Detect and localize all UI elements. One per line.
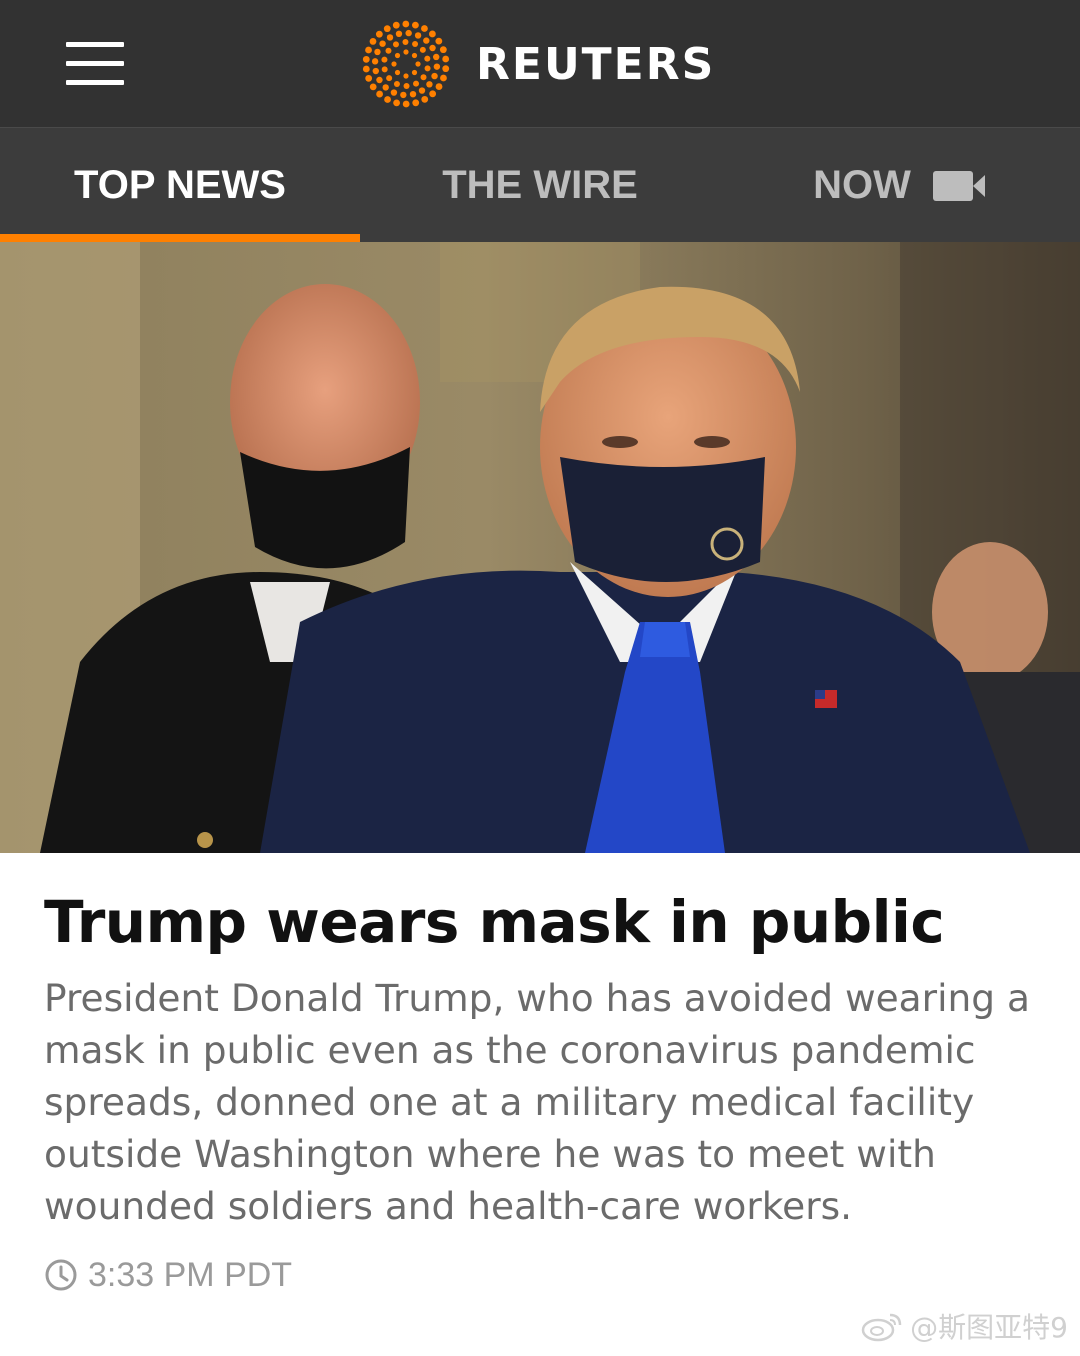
logo-dot: [409, 91, 417, 98]
logo-dot: [402, 39, 409, 46]
logo-dot: [403, 82, 410, 89]
section-tabs: TOP NEWS THE WIRE NOW: [0, 127, 1080, 242]
reuters-logo-icon: [362, 20, 450, 108]
logo-dot: [376, 90, 383, 98]
logo-dot: [386, 75, 393, 82]
logo-dot: [385, 47, 392, 54]
logo-dot: [394, 69, 401, 76]
logo-dot: [433, 53, 440, 61]
app-header: REUTERS: [0, 0, 1080, 127]
tab-label: TOP NEWS: [74, 163, 286, 207]
logo-dot: [393, 99, 400, 107]
weibo-icon: [861, 1313, 902, 1342]
logo-dot: [421, 25, 428, 32]
tab-top-news[interactable]: TOP NEWS: [0, 128, 360, 243]
logo-dot: [386, 34, 394, 41]
logo-dot: [412, 99, 420, 107]
logo-dot: [381, 56, 388, 63]
logo-dot: [433, 63, 441, 70]
logo-dot: [431, 72, 438, 80]
logo-dot: [429, 44, 436, 52]
logo-dot: [420, 74, 427, 81]
logo-dot: [414, 32, 422, 39]
logo-dot: [369, 38, 377, 45]
logo-dot: [365, 46, 372, 54]
logo-dot: [382, 84, 389, 91]
video-camera-icon: [932, 170, 987, 201]
logo-dot: [402, 100, 410, 108]
logo-dot: [411, 52, 418, 59]
logo-dot: [395, 30, 403, 37]
logo-dot: [411, 69, 418, 76]
clock-icon: [45, 1259, 77, 1291]
logo-dot: [391, 61, 397, 67]
article-timestamp: 3:33 PM PDT: [44, 1252, 292, 1298]
tab-label: NOW: [813, 163, 911, 207]
logo-dot: [362, 55, 370, 63]
logo-dot: [435, 83, 443, 90]
logo-dot: [442, 55, 450, 63]
logo-dot: [371, 58, 379, 65]
logo-dot: [418, 87, 426, 94]
logo-dot: [412, 21, 419, 29]
logo-dot: [405, 29, 412, 37]
active-tab-indicator: [0, 234, 360, 242]
logo-dot: [442, 65, 450, 73]
logo-dot: [383, 25, 391, 33]
logo-dot: [423, 37, 430, 44]
article-hero-photo[interactable]: [0, 242, 1080, 853]
logo-dot: [426, 81, 433, 88]
logo-dot: [424, 55, 431, 62]
logo-dot: [412, 40, 419, 47]
logo-dot: [400, 91, 407, 99]
logo-dot: [392, 21, 400, 29]
reuters-brand[interactable]: REUTERS: [360, 20, 715, 108]
logo-dot: [429, 90, 437, 98]
hamburger-menu-icon[interactable]: [66, 42, 124, 86]
logo-dot: [413, 80, 420, 87]
article-summary: President Donald Trump, who has avoided …: [44, 976, 1030, 1228]
logo-dot: [394, 52, 401, 59]
logo-dot: [375, 30, 383, 38]
logo-dot: [415, 61, 421, 67]
logo-dot: [403, 73, 409, 79]
logo-dot: [374, 48, 381, 56]
logo-dot: [376, 76, 383, 84]
news-photo-image: [0, 242, 1080, 853]
timestamp-text: 3:33 PM PDT: [88, 1255, 293, 1294]
logo-dot: [440, 74, 447, 82]
weibo-watermark: @斯图亚特9: [860, 1306, 1068, 1346]
tab-label: THE WIRE: [442, 163, 638, 207]
logo-dot: [384, 96, 391, 103]
logo-dot: [402, 20, 410, 28]
watermark-text: @斯图亚特9: [910, 1311, 1068, 1344]
logo-dot: [429, 30, 436, 38]
logo-dot: [372, 67, 379, 75]
logo-dot: [390, 89, 398, 96]
logo-dot: [379, 40, 386, 47]
logo-dot: [421, 95, 429, 103]
brand-name: REUTERS: [476, 38, 716, 90]
logo-dot: [365, 74, 373, 82]
logo-dot: [393, 81, 400, 88]
logo-dot: [435, 37, 443, 45]
logo-dot: [403, 49, 409, 55]
tab-the-wire[interactable]: THE WIRE: [360, 128, 720, 243]
logo-dot: [369, 83, 377, 91]
logo-dot: [424, 65, 431, 72]
tab-now[interactable]: NOW: [720, 128, 1080, 243]
logo-dot: [392, 41, 399, 48]
article-headline[interactable]: Trump wears mask in public: [44, 888, 1044, 956]
logo-dot: [381, 66, 388, 73]
logo-dot: [439, 46, 447, 54]
logo-dot: [419, 46, 426, 53]
logo-dot: [362, 65, 370, 73]
